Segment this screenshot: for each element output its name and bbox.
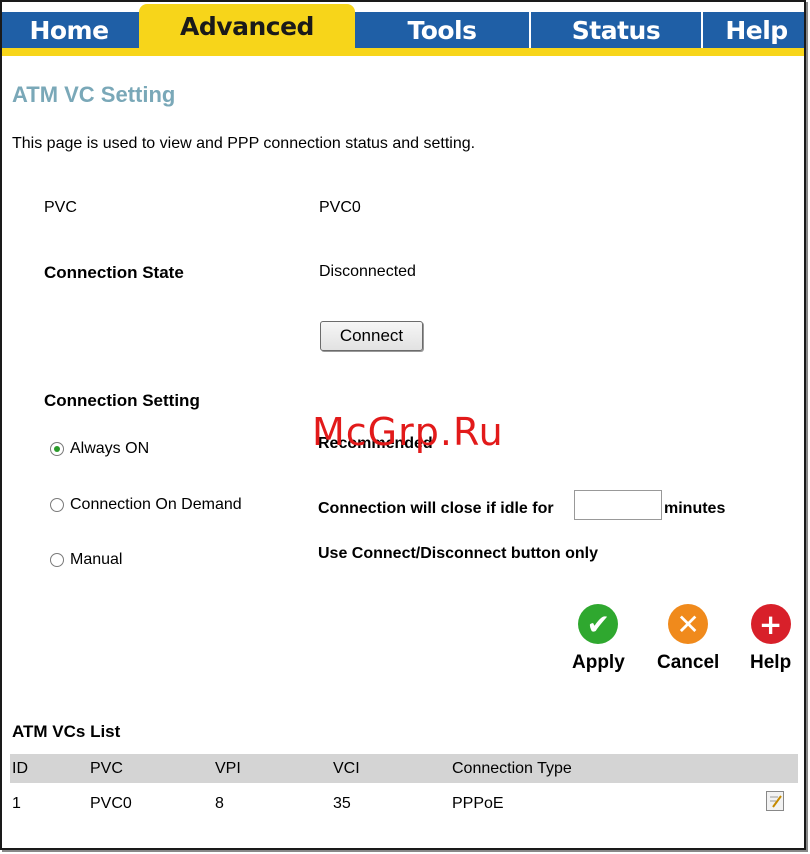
router-page: Home Advanced Tools Status Help ATM VC S… (0, 0, 806, 850)
manual-option[interactable]: Manual (50, 551, 122, 569)
manual-label: Manual (70, 551, 123, 568)
header-vci: VCI (333, 760, 360, 777)
apply-label: Apply (572, 652, 625, 673)
header-pvc: PVC (90, 760, 123, 777)
always-on-radio[interactable] (50, 442, 64, 456)
connection-setting-label: Connection Setting (44, 391, 200, 410)
always-on-option[interactable]: Always ON (50, 440, 149, 458)
pencil-icon (770, 795, 782, 808)
idle-minutes-input[interactable] (574, 490, 662, 520)
manual-note: Use Connect/Disconnect button only (318, 545, 599, 562)
on-demand-note: Connection will close if idle for (318, 500, 554, 517)
edit-icon[interactable] (766, 791, 784, 811)
row-connection-type: PPPoE (452, 795, 504, 812)
tab-advanced[interactable]: Advanced (139, 4, 355, 48)
row-vpi: 8 (215, 795, 224, 812)
always-on-label: Always ON (70, 440, 150, 457)
tab-status[interactable]: Status (529, 12, 701, 48)
tab-bar: Home Advanced Tools Status Help (2, 2, 804, 60)
connection-state-label: Connection State (44, 263, 184, 282)
plus-icon: + (750, 604, 791, 644)
cancel-button[interactable]: ✕ Cancel (657, 604, 719, 674)
pvc-label: PVC (44, 199, 77, 216)
cancel-x-icon: ✕ (668, 604, 709, 644)
header-id: ID (12, 760, 28, 777)
header-connection-type: Connection Type (452, 760, 572, 777)
row-vci: 35 (333, 795, 351, 812)
manual-radio[interactable] (50, 553, 64, 567)
cancel-label: Cancel (657, 652, 720, 673)
tab-tools[interactable]: Tools (357, 12, 527, 48)
row-pvc: PVC0 (90, 795, 132, 812)
help-button[interactable]: + Help (750, 604, 791, 674)
page-description: This page is used to view and PPP connec… (12, 135, 476, 152)
connection-state-value: Disconnected (319, 263, 416, 280)
row-id: 1 (12, 795, 21, 812)
on-demand-option[interactable]: Connection On Demand (50, 496, 242, 514)
on-demand-label: Connection On Demand (70, 496, 242, 513)
apply-button[interactable]: ✔ Apply (572, 604, 625, 674)
on-demand-radio[interactable] (50, 498, 64, 512)
checkmark-icon: ✔ (578, 604, 619, 644)
watermark: McGrp.Ru (312, 410, 504, 454)
pvc-value: PVC0 (319, 199, 361, 216)
table-header (10, 754, 798, 783)
header-vpi: VPI (215, 760, 241, 777)
atm-vcs-list-title: ATM VCs List (12, 722, 121, 741)
help-label: Help (750, 652, 792, 673)
tab-bar-underline (2, 48, 804, 56)
connect-button[interactable]: Connect (320, 321, 423, 351)
page-title: ATM VC Setting (12, 82, 176, 107)
minutes-unit: minutes (664, 500, 726, 517)
tab-home[interactable]: Home (2, 12, 136, 48)
tab-help[interactable]: Help (701, 12, 804, 48)
